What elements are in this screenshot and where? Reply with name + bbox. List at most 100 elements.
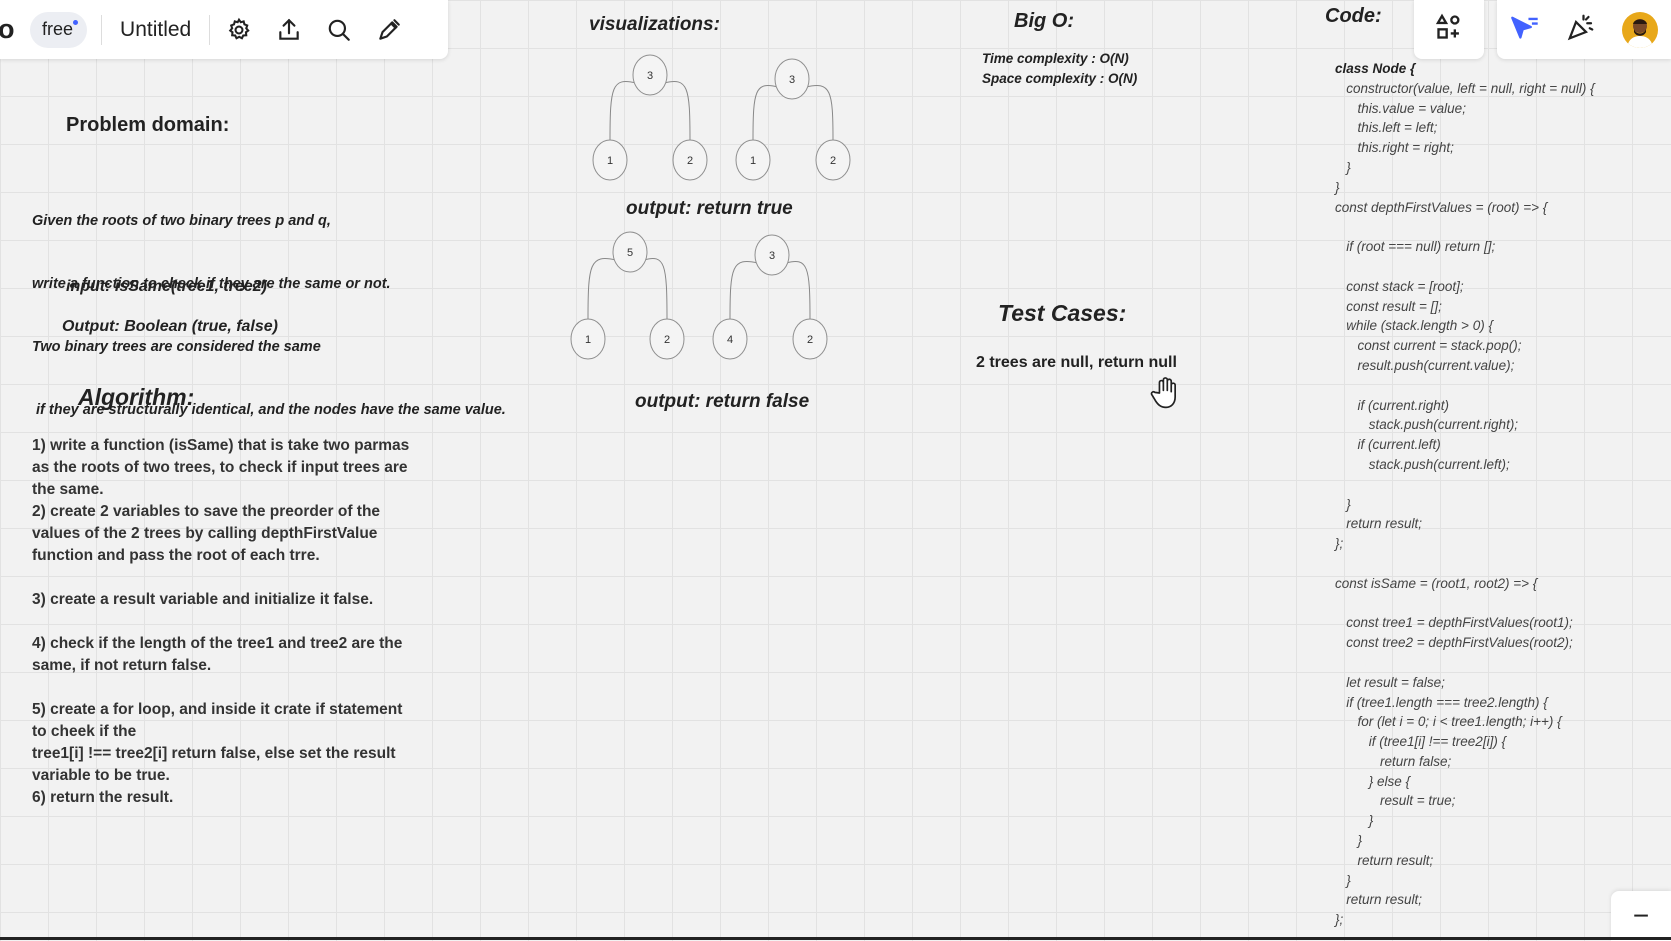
algorithm-line: the same.	[32, 481, 104, 498]
algorithm-line: 6) return the result.	[32, 789, 174, 806]
code-line: return result;	[1335, 516, 1423, 532]
code-line: if (tree1.length === tree2.length) {	[1335, 694, 1548, 710]
code-line: if (current.right)	[1335, 397, 1450, 413]
code-line: }	[1335, 872, 1351, 888]
algorithm-line: 2) create 2 variables to save the preord…	[32, 503, 381, 520]
input-text: input: isSame(tree1, tree2)	[66, 278, 267, 295]
tree-edge	[785, 261, 811, 320]
tree-node-label: 2	[687, 155, 693, 167]
algorithm-line: 3) create a result variable and initiali…	[32, 591, 374, 608]
test-case-1: 2 trees are null, return null	[976, 354, 1177, 371]
code-line: class Node {	[1335, 61, 1416, 76]
collab-panel	[1497, 0, 1671, 59]
code-line: stack.push(current.right);	[1335, 417, 1519, 433]
algorithm-heading: Algorithm:	[78, 384, 195, 410]
minus-icon: −	[1632, 900, 1650, 931]
code-line: } else {	[1335, 773, 1411, 789]
code-line: let result = false;	[1335, 674, 1445, 690]
tree-edge	[663, 81, 691, 141]
cursor-follow-icon[interactable]	[1510, 13, 1540, 46]
tree-edge	[643, 258, 668, 320]
shapes-plus-icon[interactable]	[1435, 13, 1463, 46]
tree-node-label: 3	[769, 250, 775, 262]
code-line: const current = stack.pop();	[1335, 338, 1522, 354]
algorithm-line: function and pass the root of each trre.	[32, 547, 320, 564]
code-line: if (current.left)	[1335, 437, 1441, 453]
algorithm-line: 5) create a for loop, and inside it crat…	[32, 701, 403, 718]
code-line: result.push(current.value);	[1335, 357, 1515, 373]
problem-line: Given the roots of two binary trees p an…	[32, 213, 331, 229]
code-line: }	[1335, 496, 1351, 512]
pen-tool-icon[interactable]	[364, 0, 414, 59]
code-line: }	[1335, 833, 1363, 849]
algorithm-steps: 1) write a function (isSame) that is tak…	[32, 435, 409, 809]
hand-cursor-icon	[1150, 376, 1182, 415]
output-true-label: output: return true	[626, 198, 793, 219]
celebrate-icon[interactable]	[1566, 12, 1596, 47]
shapes-panel	[1414, 0, 1484, 59]
code-line: if (tree1[i] !== tree2[i]) {	[1335, 734, 1507, 750]
big-o-heading: Big O:	[1014, 10, 1074, 32]
code-line: }	[1335, 159, 1351, 175]
code-line: const tree2 = depthFirstValues(root2);	[1335, 635, 1573, 651]
binary-tree: 5 1 2	[570, 231, 685, 360]
user-avatar[interactable]	[1622, 11, 1658, 48]
algorithm-line	[32, 567, 409, 589]
algorithm-line	[32, 611, 409, 633]
code-line: while (stack.length > 0) {	[1335, 318, 1493, 334]
tree-node-label: 3	[647, 70, 653, 82]
code-line: result = true;	[1335, 793, 1456, 809]
code-line: const tree1 = depthFirstValues(root1);	[1335, 615, 1573, 631]
tree-node-label: 5	[627, 247, 633, 259]
zoom-out-button[interactable]: −	[1611, 891, 1671, 941]
app-logo[interactable]: o	[0, 14, 26, 45]
tree-node-label: 1	[585, 334, 591, 346]
code-line: if (root === null) return [];	[1335, 239, 1496, 255]
code-line: };	[1335, 912, 1344, 928]
algorithm-line: values of the 2 trees by calling depthFi…	[32, 525, 378, 542]
code-line: }	[1335, 813, 1374, 829]
plan-badge[interactable]: free	[30, 11, 88, 48]
binary-tree: 3 1 2	[735, 58, 851, 181]
tree-edge	[587, 258, 617, 320]
algorithm-line: as the roots of two trees, to check if i…	[32, 459, 408, 476]
code-line: const depthFirstValues = (root) => {	[1335, 199, 1548, 215]
settings-gear-icon[interactable]	[214, 0, 264, 59]
toolbar-divider	[101, 14, 103, 45]
notification-dot	[73, 19, 79, 25]
tree-node-label: 1	[750, 155, 756, 167]
code-line: for (let i = 0; i < tree1.length; i++) {	[1335, 714, 1562, 730]
tree-edge	[729, 261, 759, 320]
tree-node-label: 1	[607, 155, 613, 167]
tree-node-label: 2	[664, 334, 670, 346]
search-icon[interactable]	[314, 0, 364, 59]
top-toolbar: o free Untitled	[0, 0, 448, 59]
time-complexity: Time complexity : O(N)	[982, 51, 1129, 66]
tree-node-label: 3	[789, 74, 795, 86]
output-text: Output: Boolean (true, false)	[62, 318, 278, 335]
algorithm-line: to cheek if the	[32, 723, 137, 740]
tree-node-label: 2	[830, 155, 836, 167]
binary-tree: 3 4 2	[712, 234, 828, 360]
board-title[interactable]: Untitled	[120, 18, 191, 42]
code-block: class Node { constructor(value, left = n…	[1335, 59, 1595, 930]
algorithm-line: tree1[i] !== tree2[i] return false, else…	[32, 745, 396, 762]
binary-tree: 3 1 2	[592, 54, 708, 181]
code-line: return false;	[1335, 753, 1452, 769]
code-line: this.left = left;	[1335, 120, 1438, 136]
share-upload-icon[interactable]	[264, 0, 314, 59]
code-line: return result;	[1335, 852, 1434, 868]
algorithm-line: variable to be true.	[32, 767, 170, 784]
code-heading: Code:	[1325, 5, 1382, 27]
toolbar-divider	[209, 14, 211, 45]
tree-edge	[805, 85, 834, 141]
problem-line: Two binary trees are considered the same	[32, 339, 321, 355]
tree-node-label: 4	[727, 334, 733, 346]
plan-label: free	[42, 18, 74, 39]
code-line: };	[1335, 536, 1344, 552]
